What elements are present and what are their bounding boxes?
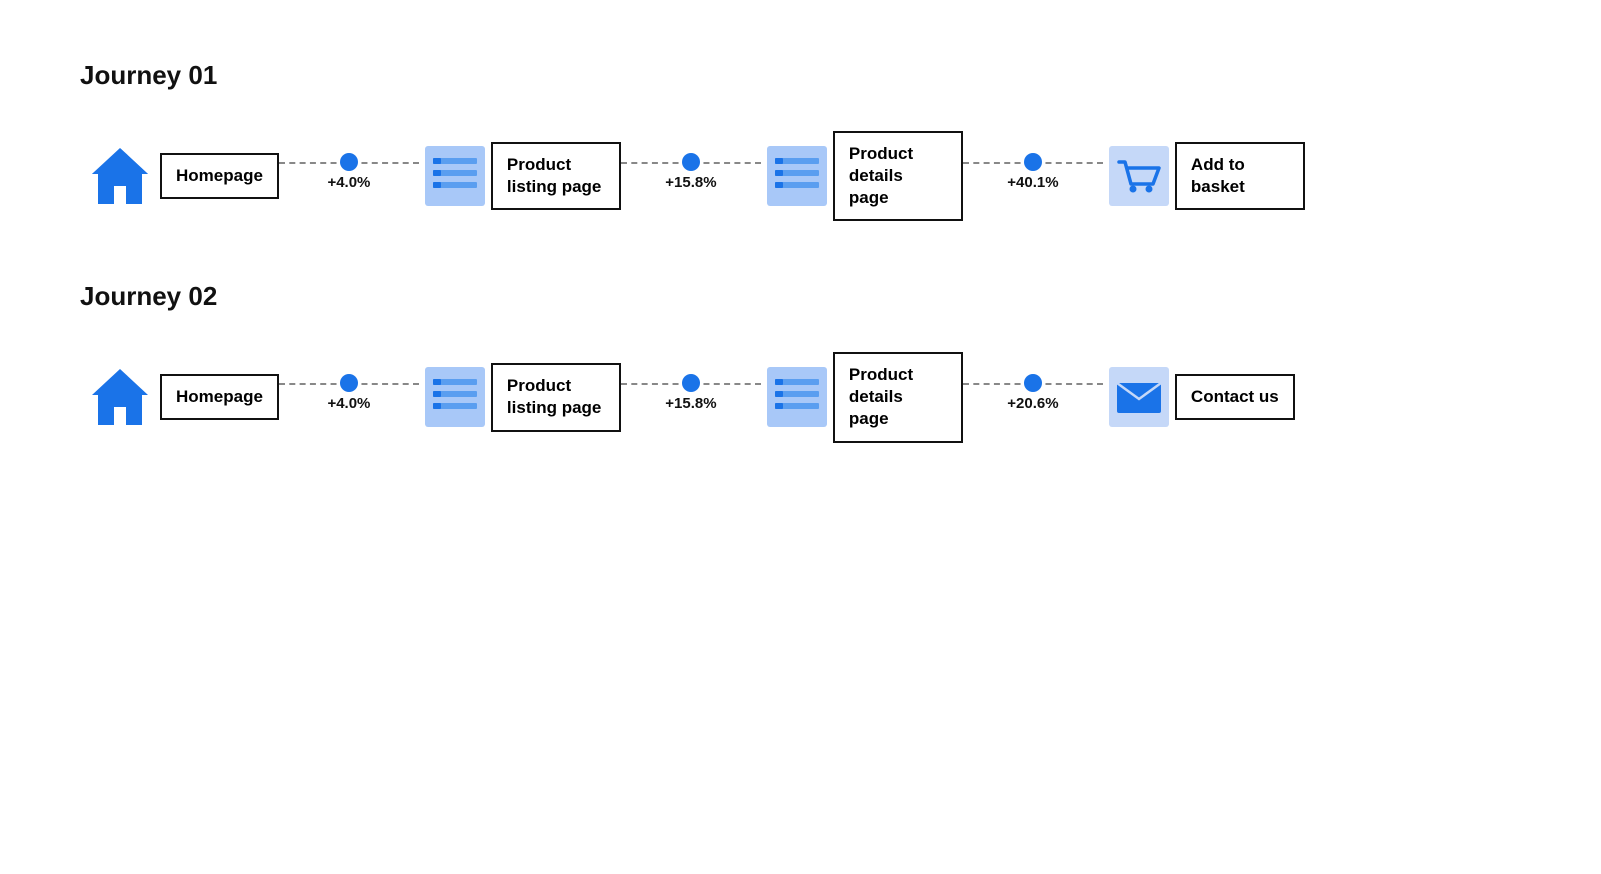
plp-2-label: Product listing page	[491, 363, 621, 431]
node-plp-1: Product listing page	[419, 140, 621, 212]
node-homepage-2: Homepage	[80, 357, 279, 437]
mail-icon-2	[1103, 361, 1175, 433]
journey-02-title: Journey 02	[80, 281, 1521, 312]
connector-2-3: +20.6%	[963, 383, 1103, 412]
journey-02-flow: Homepage +4.0%	[80, 352, 1521, 442]
contact-2-label: Contact us	[1175, 374, 1295, 420]
connector-pct-2-2: +15.8%	[665, 395, 716, 412]
connector-2-1: +4.0%	[279, 383, 419, 412]
list-icon-2	[419, 361, 491, 433]
pdp-1-label: Product details page	[833, 131, 963, 221]
connector-dot-2-1	[340, 374, 358, 392]
main-container: Journey 01 Homepage +4.0%	[0, 0, 1601, 563]
connector-1-1: +4.0%	[279, 162, 419, 191]
home-icon-2	[80, 357, 160, 437]
journey-01-flow: Homepage +4.0%	[80, 131, 1521, 221]
node-basket-1: Add to basket	[1103, 140, 1305, 212]
connector-pct-2-3: +20.6%	[1007, 395, 1058, 412]
homepage-2-label: Homepage	[160, 374, 279, 420]
node-pdp-1: Product details page	[761, 131, 963, 221]
pdp-2-label: Product details page	[833, 352, 963, 442]
journey-01-title: Journey 01	[80, 60, 1521, 91]
node-contact-2: Contact us	[1103, 361, 1295, 433]
connector-dot-1-1	[340, 153, 358, 171]
basket-1-label: Add to basket	[1175, 142, 1305, 210]
connector-dot-1-2	[682, 153, 700, 171]
list-icon-pdp-2	[761, 361, 833, 433]
node-pdp-2: Product details page	[761, 352, 963, 442]
list-icon-1	[419, 140, 491, 212]
connector-1-2: +15.8%	[621, 162, 761, 191]
home-icon-1	[80, 136, 160, 216]
connector-1-3: +40.1%	[963, 162, 1103, 191]
node-homepage-1: Homepage	[80, 136, 279, 216]
connector-pct-1-3: +40.1%	[1007, 174, 1058, 191]
journey-02-section: Journey 02 Homepage +4.0%	[80, 281, 1521, 442]
connector-pct-2-1: +4.0%	[327, 395, 370, 412]
plp-1-label: Product listing page	[491, 142, 621, 210]
connector-2-2: +15.8%	[621, 383, 761, 412]
journey-01-section: Journey 01 Homepage +4.0%	[80, 60, 1521, 221]
cart-icon-1	[1103, 140, 1175, 212]
connector-dot-2-3	[1024, 374, 1042, 392]
connector-dot-1-3	[1024, 153, 1042, 171]
connector-pct-1-2: +15.8%	[665, 174, 716, 191]
connector-pct-1-1: +4.0%	[327, 174, 370, 191]
node-plp-2: Product listing page	[419, 361, 621, 433]
homepage-1-label: Homepage	[160, 153, 279, 199]
list-icon-pdp-1	[761, 140, 833, 212]
connector-dot-2-2	[682, 374, 700, 392]
